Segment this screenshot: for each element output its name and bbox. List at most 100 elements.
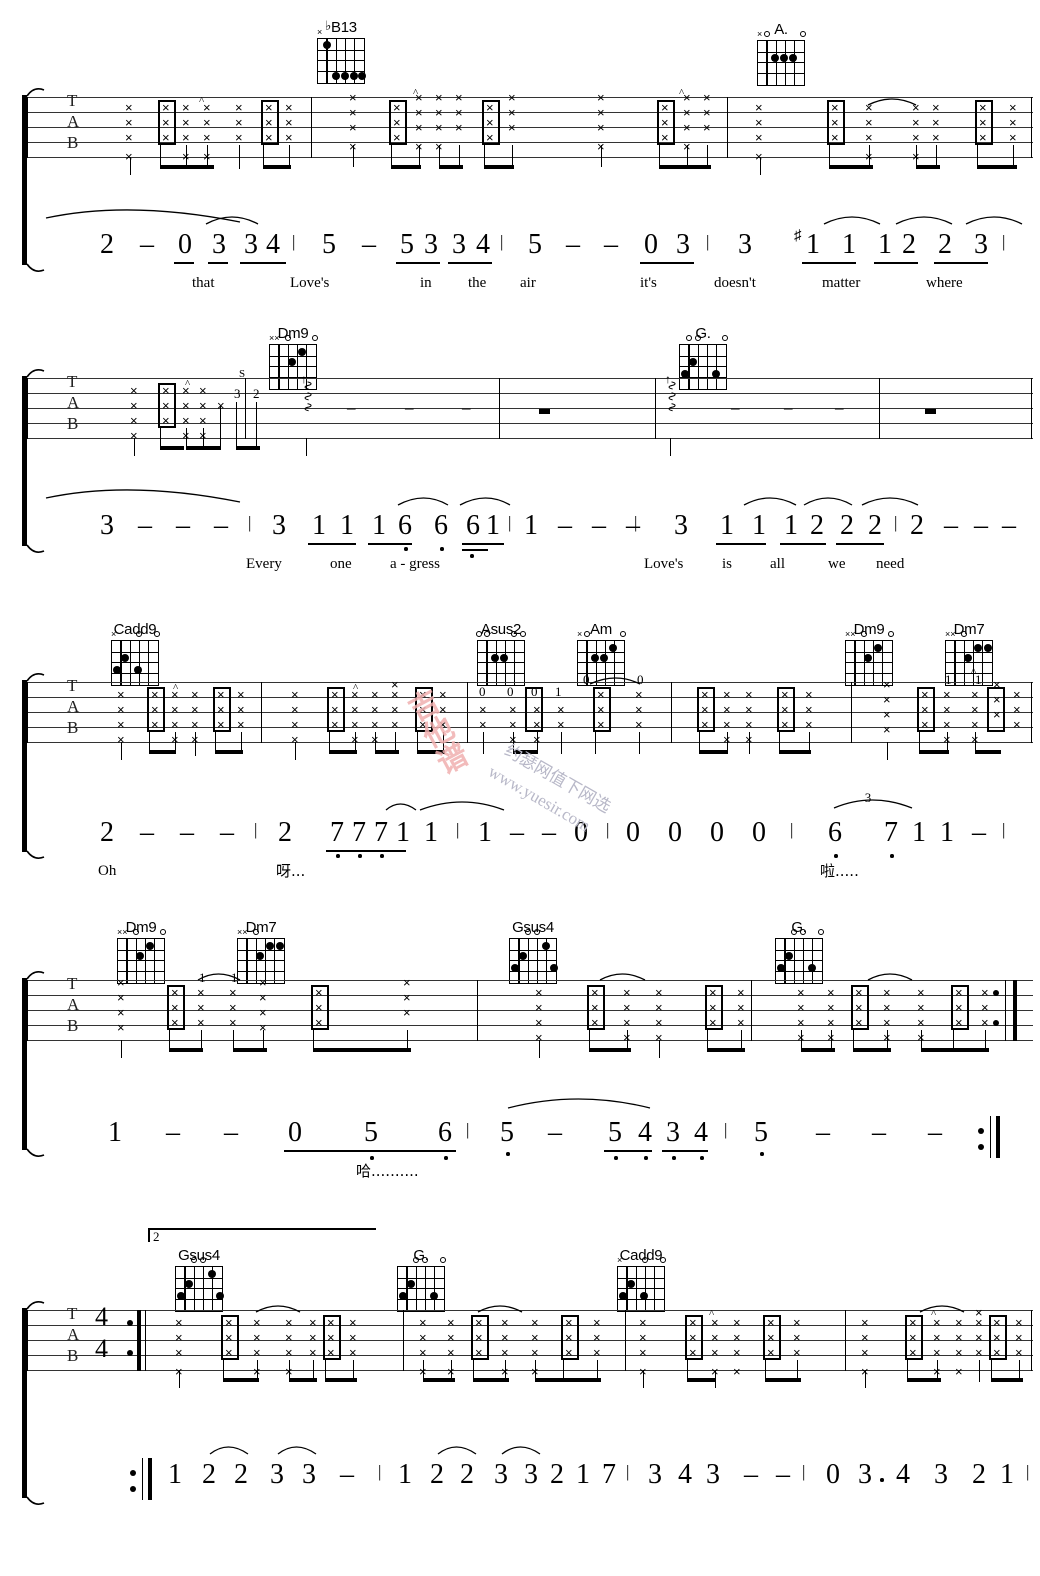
note-number: 1: [486, 510, 500, 541]
note-number: 4: [694, 1117, 708, 1148]
chord-diagram-am: Am ×: [570, 622, 632, 686]
chord-grid: ×: [617, 1256, 666, 1312]
lyric: one: [330, 556, 352, 572]
svg-text:3: 3: [865, 790, 872, 805]
note-number: 1: [784, 510, 798, 541]
note-number: 0: [178, 229, 192, 260]
note-dash: –: [510, 817, 524, 848]
note-number: 0: [574, 817, 588, 848]
note-number: 6: [434, 510, 448, 541]
note-number: 1: [912, 817, 926, 848]
note-dash: –: [1002, 510, 1016, 541]
lyric: doesn't: [714, 275, 756, 291]
note-number: 7: [330, 817, 344, 848]
note-number: 1: [576, 1459, 590, 1490]
note-number: 0: [644, 229, 658, 260]
lyric: matter: [822, 275, 861, 291]
note-dash: –: [166, 1117, 180, 1148]
note-dash: –: [340, 1459, 354, 1490]
note-number: 2: [202, 1459, 216, 1490]
note-number: 2: [460, 1459, 474, 1490]
slide-fret: 2: [253, 386, 260, 401]
note-number: 3: [974, 229, 988, 260]
note-number: 2: [868, 510, 882, 541]
note-dash: –: [542, 817, 556, 848]
note-number: 5: [500, 1117, 514, 1148]
note-dash: –: [138, 510, 152, 541]
note-number: 3: [452, 229, 466, 260]
note-dash: –: [176, 510, 190, 541]
note-number: 6: [398, 510, 412, 541]
tab-letter-a: A: [67, 995, 80, 1014]
note-number: 3: [302, 1459, 316, 1490]
note-dash: –: [944, 510, 958, 541]
numbered-notation-row-3: 2 – – – | 2 7 7 7 1 1 | 1 – – 0 | 0 0 0 …: [0, 790, 1040, 890]
tab-letter-b: B: [67, 718, 79, 737]
note-number: 2: [910, 510, 924, 541]
note-number: 7: [602, 1459, 616, 1490]
note-number: 0: [710, 817, 724, 848]
dot-duration: [880, 1478, 884, 1482]
note-number: 1: [168, 1459, 182, 1490]
note-number: 2: [234, 1459, 248, 1490]
note-dash: –: [776, 1459, 790, 1490]
note-number: 3: [244, 229, 258, 260]
lyric: Love's: [644, 556, 684, 572]
note-number: 1: [806, 229, 820, 260]
chord-diagram-a: A. ×: [750, 22, 812, 86]
note-number: 1: [372, 510, 386, 541]
note-number: 2: [840, 510, 854, 541]
chord-diagram-g: G.: [768, 920, 830, 984]
note-number: 1: [398, 1459, 412, 1490]
tab-staff: T A B: [27, 373, 1033, 440]
note-number: 7: [884, 817, 898, 848]
note-number: 0: [752, 817, 766, 848]
slide-marker: S: [239, 368, 246, 380]
note-dash: –: [140, 229, 154, 260]
note-dash: –: [140, 817, 154, 848]
lyric: 哈..........: [356, 1162, 419, 1180]
note-dash: –: [180, 817, 194, 848]
lyric: we: [828, 556, 846, 572]
note-dash: –: [928, 1117, 942, 1148]
lyric: 呀...: [276, 862, 306, 880]
note-dash: –: [626, 510, 640, 541]
note-number: 3: [934, 1459, 948, 1490]
note-dash: –: [548, 1117, 562, 1148]
note-number: 3: [738, 229, 752, 260]
lyric: need: [876, 556, 905, 572]
lyric: air: [520, 275, 536, 291]
tab-letter-b: B: [67, 1016, 79, 1035]
note-number: 5: [608, 1117, 622, 1148]
chord-name: Gsus4: [512, 919, 554, 936]
note-number: 1: [720, 510, 734, 541]
note-number: 4: [476, 229, 490, 260]
note-number: 6: [828, 817, 842, 848]
note-number: 1: [940, 817, 954, 848]
numbered-slurs-5: [209, 1446, 541, 1455]
chord-grid: [397, 1257, 446, 1312]
note-number: 2: [938, 229, 952, 260]
numbered-notation-row-2: 3 – – – | 3 1 1 1 6 6 6 1 | 1 – – – | 3 …: [0, 497, 1040, 583]
numbered-notation-row-5: 1 2 2 3 3 – | 1 2 2 3 3 2 1 7 | 3 4 3 – …: [0, 1446, 1040, 1542]
lyric: it's: [640, 275, 657, 291]
numbered-notation-row-4: 1 – – 0 5 6 | 5 – 5 4 3 4 | 5 – – – 哈...…: [0, 1098, 1040, 1190]
note-number: 1: [842, 229, 856, 260]
note-number: 0: [626, 817, 640, 848]
sharp-accidental: ♯: [794, 228, 802, 244]
note-number: 7: [352, 817, 366, 848]
note-number: 3: [858, 1459, 872, 1490]
note-dash: –: [592, 510, 606, 541]
note-number: 6: [438, 1117, 452, 1148]
tab-letter-b: B: [67, 414, 79, 433]
note-number: 1: [424, 817, 438, 848]
chord-grid: [509, 929, 558, 984]
note-number: 5: [400, 229, 414, 260]
note-dash: –: [816, 1117, 830, 1148]
chord-diagram-asus2: Asus2: [470, 622, 532, 686]
note-number: 3: [674, 510, 688, 541]
chord-diagram-gsus4: Gsus4: [502, 920, 564, 984]
chord-grid: [175, 1257, 224, 1312]
note-dash: –: [224, 1117, 238, 1148]
note-number: 3: [270, 1459, 284, 1490]
